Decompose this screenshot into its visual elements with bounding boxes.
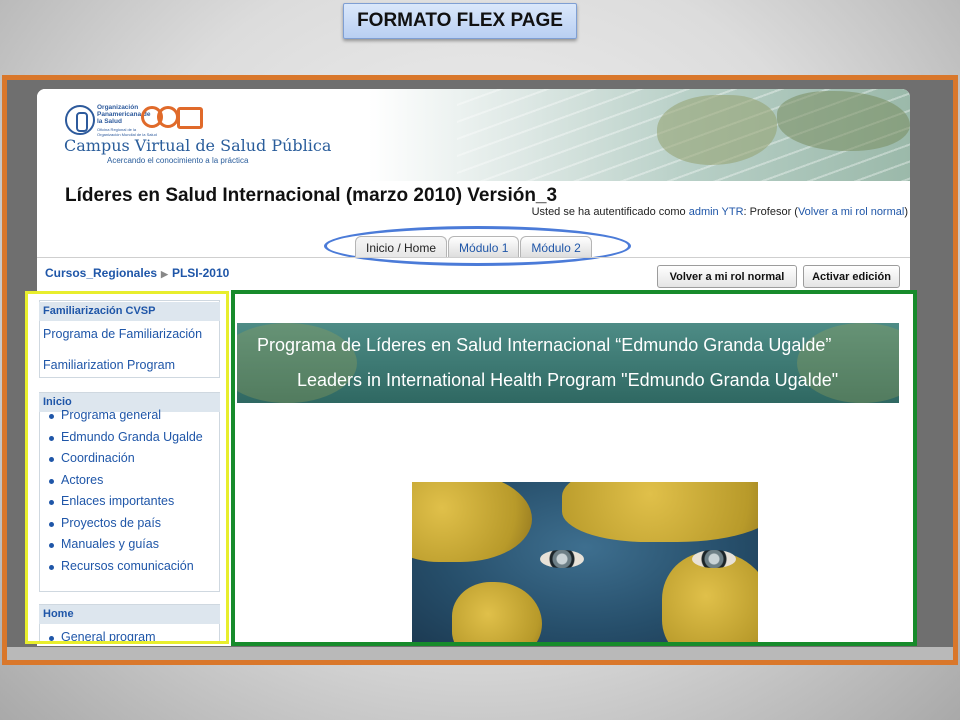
program-title-es: Programa de Líderes en Salud Internacion… (257, 335, 832, 355)
world-map-face-image (412, 482, 758, 642)
activate-edit-button[interactable]: Activar edición (803, 265, 900, 288)
tabs-baseline (37, 257, 910, 258)
sidebar-item-coordinacion[interactable]: Coordinación (39, 451, 220, 473)
sidebar-blocks: Familiarización CVSP Programa de Familia… (25, 291, 229, 644)
cvsp-logo-icon[interactable] (141, 106, 203, 134)
campus-title[interactable]: Campus Virtual de Salud Pública (64, 136, 331, 155)
familiarization-heading: Familiarización CVSP (39, 302, 220, 321)
login-prefix: Usted se ha autentificado como (531, 206, 689, 218)
return-role-button[interactable]: Volver a mi rol normal (657, 265, 797, 288)
program-banner: Programa de Líderes en Salud Internacion… (237, 323, 899, 403)
tab-inicio-home[interactable]: Inicio / Home (355, 236, 448, 258)
sidebar-item-recursos[interactable]: Recursos comunicación (39, 559, 220, 581)
flex-page-content: Programa de Líderes en Salud Internacion… (231, 290, 917, 646)
breadcrumb-item-cursos[interactable]: Cursos_Regionales (45, 266, 157, 280)
course-tabs: Inicio / Home Módulo 1 Módulo 2 (355, 236, 592, 258)
login-role: : Profesor ( (743, 206, 798, 218)
login-suffix: ) (904, 206, 908, 218)
login-user-link[interactable]: admin YTR (689, 206, 744, 218)
sidebar-link-programa-familiarizacion[interactable]: Programa de Familiarización (43, 327, 202, 341)
frame-bottom-strip (7, 647, 953, 660)
tab-modulo-2[interactable]: Módulo 2 (520, 236, 592, 258)
sidebar-item-edmundo-granda[interactable]: Edmundo Granda Ugalde (39, 430, 220, 452)
home-heading: Home (39, 605, 220, 624)
eye-right (692, 550, 736, 568)
sidebar-item-proyectos[interactable]: Proyectos de país (39, 516, 220, 538)
site-header-banner: Organización Panamericana de la Salud Of… (37, 89, 910, 181)
sidebar-item-actores[interactable]: Actores (39, 473, 220, 495)
return-role-link[interactable]: Volver a mi rol normal (798, 206, 904, 218)
breadcrumb-separator-icon: ▶ (161, 269, 168, 279)
inicio-list: Programa general Edmundo Granda Ugalde C… (39, 408, 220, 580)
breadcrumb: Cursos_Regionales ▶ PLSI-2010 (45, 266, 229, 280)
course-title: Líderes en Salud Internacional (marzo 20… (65, 185, 558, 206)
ops-logo-icon[interactable] (65, 105, 95, 135)
login-info: Usted se ha autentificado como admin YTR… (532, 206, 908, 218)
sidebar-item-manuales[interactable]: Manuales y guías (39, 537, 220, 559)
sidebar-item-enlaces[interactable]: Enlaces importantes (39, 494, 220, 516)
sidebar-item-general-program[interactable]: General program (39, 630, 220, 641)
program-title-en: Leaders in International Health Program … (297, 370, 839, 390)
breadcrumb-item-plsi[interactable]: PLSI-2010 (172, 266, 229, 280)
tab-modulo-1[interactable]: Módulo 1 (448, 236, 520, 258)
home-list: General program (39, 630, 220, 641)
eye-left (540, 550, 584, 568)
slide-title: FORMATO FLEX PAGE (343, 3, 577, 39)
campus-tagline: Acercando el conocimiento a la práctica (107, 156, 249, 165)
sidebar-link-familiarization-program[interactable]: Familiarization Program (43, 358, 175, 372)
sidebar-item-programa-general[interactable]: Programa general (39, 408, 220, 430)
